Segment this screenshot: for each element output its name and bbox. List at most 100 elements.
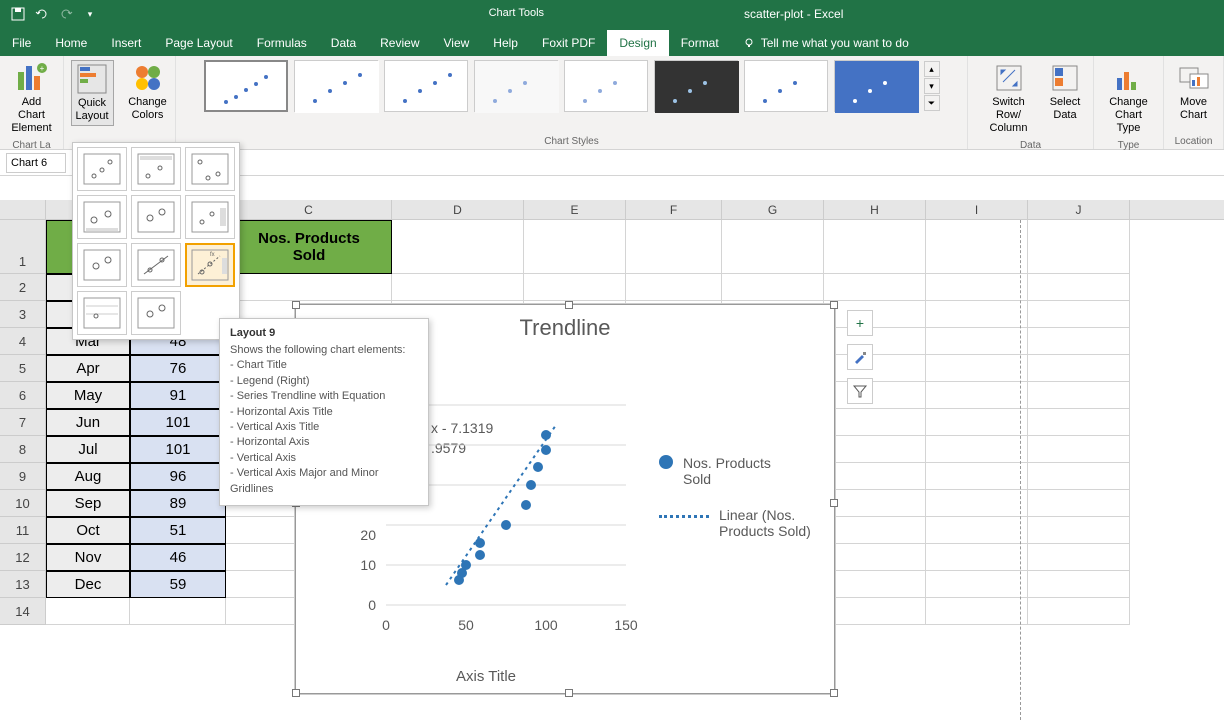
col-header-c[interactable]: C — [226, 200, 392, 219]
redo-icon[interactable] — [56, 4, 76, 24]
tab-home[interactable]: Home — [43, 30, 99, 56]
row-header-9[interactable]: 9 — [0, 463, 46, 490]
cell-b9[interactable]: 96 — [130, 463, 226, 490]
tab-view[interactable]: View — [432, 30, 482, 56]
chart-style-3[interactable] — [384, 60, 468, 112]
x-axis-title[interactable]: Axis Title — [456, 668, 516, 685]
tab-format[interactable]: Format — [669, 30, 731, 56]
layout-8[interactable] — [131, 243, 181, 287]
chart-filters-button[interactable] — [847, 378, 873, 404]
move-chart-button[interactable]: Move Chart — [1172, 60, 1215, 124]
row-header-7[interactable]: 7 — [0, 409, 46, 436]
resize-handle-sw[interactable] — [292, 689, 300, 697]
row-header-1[interactable]: 1 — [0, 220, 46, 274]
row-header-13[interactable]: 13 — [0, 571, 46, 598]
tab-review[interactable]: Review — [368, 30, 431, 56]
chart-style-6[interactable] — [654, 60, 738, 112]
row-header-14[interactable]: 14 — [0, 598, 46, 625]
layout-11[interactable] — [131, 291, 181, 335]
row-header-6[interactable]: 6 — [0, 382, 46, 409]
row-header-2[interactable]: 2 — [0, 274, 46, 301]
row-header-12[interactable]: 12 — [0, 544, 46, 571]
cell-a13[interactable]: Dec — [46, 571, 130, 598]
tab-design[interactable]: Design — [607, 30, 668, 56]
layout-7[interactable] — [77, 243, 127, 287]
col-header-f[interactable]: F — [626, 200, 722, 219]
styles-scroll-up[interactable]: ▴ — [924, 61, 940, 77]
chart-elements-button[interactable]: + — [847, 310, 873, 336]
tab-data[interactable]: Data — [319, 30, 368, 56]
cell-a9[interactable]: Aug — [46, 463, 130, 490]
layout-5[interactable] — [131, 195, 181, 239]
tab-formulas[interactable]: Formulas — [245, 30, 319, 56]
undo-icon[interactable] — [32, 4, 52, 24]
resize-handle-nw[interactable] — [292, 301, 300, 309]
save-icon[interactable] — [8, 4, 28, 24]
tab-help[interactable]: Help — [481, 30, 530, 56]
styles-scroll-down[interactable]: ▾ — [924, 78, 940, 94]
tab-file[interactable]: File — [0, 30, 43, 56]
change-colors-button[interactable]: Change Colors — [124, 60, 171, 124]
switch-row-column-button[interactable]: Switch Row/ Column — [976, 60, 1041, 138]
layout-3[interactable] — [185, 147, 235, 191]
row-header-3[interactable]: 3 — [0, 301, 46, 328]
change-chart-type-button[interactable]: Change Chart Type — [1102, 60, 1155, 138]
cell-a11[interactable]: Oct — [46, 517, 130, 544]
styles-expand[interactable]: ⏷ — [924, 95, 940, 111]
col-header-e[interactable]: E — [524, 200, 626, 219]
chart-style-1[interactable] — [204, 60, 288, 112]
cell-a5[interactable]: Apr — [46, 355, 130, 382]
cell-a7[interactable]: Jun — [46, 409, 130, 436]
cell-a10[interactable]: Sep — [46, 490, 130, 517]
row-header-8[interactable]: 8 — [0, 436, 46, 463]
select-data-button[interactable]: Select Data — [1045, 60, 1085, 138]
chart-style-2[interactable] — [294, 60, 378, 112]
resize-handle-s[interactable] — [565, 689, 573, 697]
name-box[interactable] — [6, 153, 66, 173]
row-header-10[interactable]: 10 — [0, 490, 46, 517]
cell-a12[interactable]: Nov — [46, 544, 130, 571]
chart-style-4[interactable] — [474, 60, 558, 112]
tab-page-layout[interactable]: Page Layout — [153, 30, 244, 56]
tab-foxit[interactable]: Foxit PDF — [530, 30, 607, 56]
cell-b10[interactable]: 89 — [130, 490, 226, 517]
layout-9[interactable]: fx — [185, 243, 235, 287]
col-header-j[interactable]: J — [1028, 200, 1130, 219]
cell-b6[interactable]: 91 — [130, 382, 226, 409]
layout-6[interactable] — [185, 195, 235, 239]
col-header-g[interactable]: G — [722, 200, 824, 219]
resize-handle-n[interactable] — [565, 301, 573, 309]
layout-2[interactable] — [131, 147, 181, 191]
cell-b5[interactable]: 76 — [130, 355, 226, 382]
cell-a8[interactable]: Jul — [46, 436, 130, 463]
row-header-5[interactable]: 5 — [0, 355, 46, 382]
chart-style-8[interactable] — [834, 60, 918, 112]
layout-10[interactable] — [77, 291, 127, 335]
chart-style-7[interactable] — [744, 60, 828, 112]
chart-styles-button[interactable] — [847, 344, 873, 370]
cell-b11[interactable]: 51 — [130, 517, 226, 544]
col-header-i[interactable]: I — [926, 200, 1028, 219]
customize-qat-icon[interactable]: ▾ — [80, 4, 100, 24]
add-chart-element-button[interactable]: + Add Chart Element — [7, 60, 55, 138]
resize-handle-e[interactable] — [830, 499, 838, 507]
cell-b7[interactable]: 101 — [130, 409, 226, 436]
layout-1[interactable] — [77, 147, 127, 191]
cell-a6[interactable]: May — [46, 382, 130, 409]
row-header-11[interactable]: 11 — [0, 517, 46, 544]
cell-b8[interactable]: 101 — [130, 436, 226, 463]
row-header-4[interactable]: 4 — [0, 328, 46, 355]
resize-handle-ne[interactable] — [830, 301, 838, 309]
chart-legend[interactable]: Nos. Products Sold Linear (Nos. Products… — [659, 455, 819, 559]
tell-me-search[interactable]: Tell me what you want to do — [731, 30, 921, 56]
col-header-h[interactable]: H — [824, 200, 926, 219]
cell-b12[interactable]: 46 — [130, 544, 226, 571]
quick-layout-button[interactable]: Quick Layout — [71, 60, 114, 126]
select-all-corner[interactable] — [0, 200, 46, 219]
resize-handle-se[interactable] — [830, 689, 838, 697]
col-header-d[interactable]: D — [392, 200, 524, 219]
layout-4[interactable] — [77, 195, 127, 239]
cell-b13[interactable]: 59 — [130, 571, 226, 598]
tab-insert[interactable]: Insert — [99, 30, 153, 56]
cell-c1[interactable]: Nos. ProductsSold — [226, 220, 392, 274]
